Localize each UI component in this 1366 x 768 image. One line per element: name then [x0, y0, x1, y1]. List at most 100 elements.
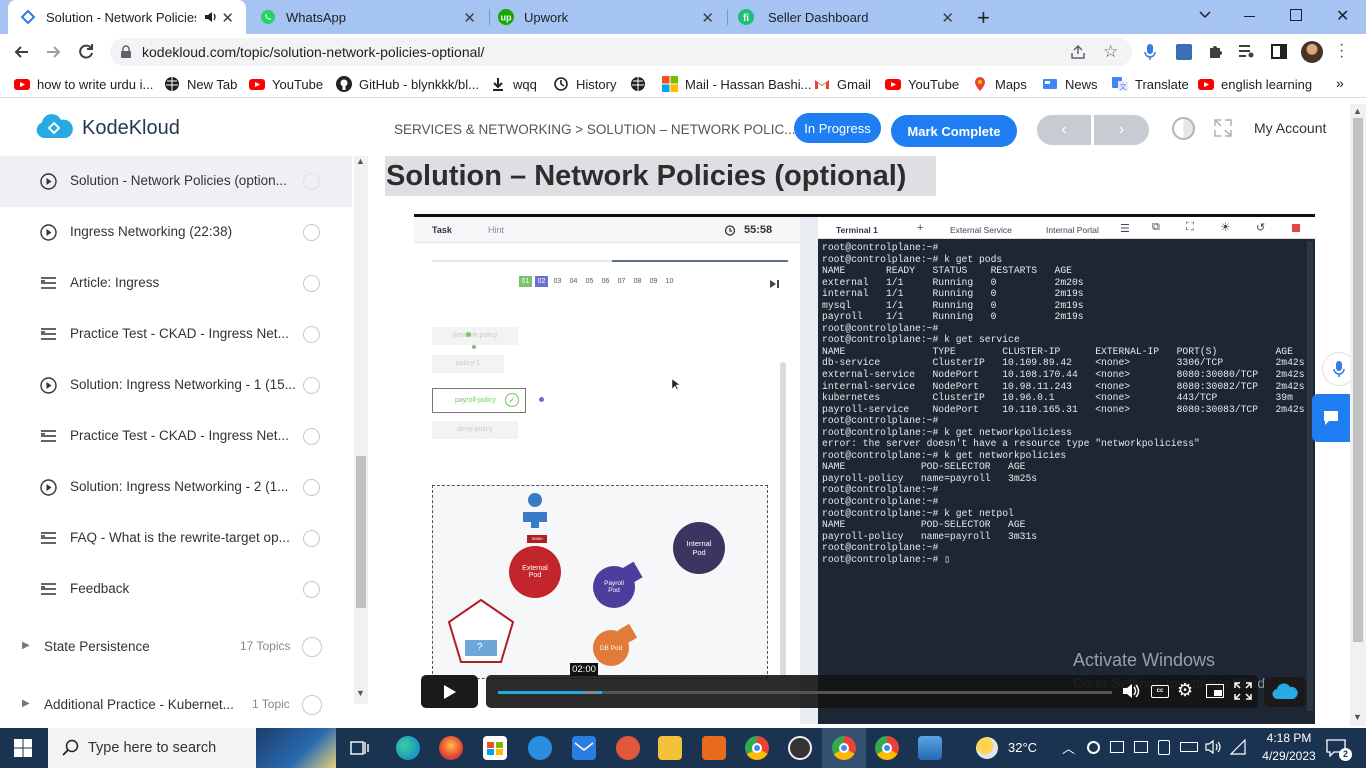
bookmark-item[interactable]: Gmail: [814, 74, 871, 94]
lesson-item[interactable]: Solution: Ingress Networking - 2 (1...: [0, 462, 352, 513]
external-link-icon[interactable]: ⧉: [1152, 221, 1160, 234]
menu-icon[interactable]: · · ·: [1339, 37, 1344, 65]
tray-icon[interactable]: [1087, 741, 1100, 754]
mic-extension-icon[interactable]: [1142, 43, 1158, 61]
tab-kodekloud[interactable]: Solution - Network Policies (o ✕: [8, 0, 246, 34]
completion-circle[interactable]: [303, 275, 320, 292]
lesson-item[interactable]: Practice Test - CKAD - Ingress Net...: [0, 309, 352, 360]
battery-icon[interactable]: [1180, 742, 1198, 752]
chrome-icon[interactable]: [832, 736, 856, 760]
weather-temperature[interactable]: 32°C: [1008, 740, 1037, 755]
completion-circle[interactable]: [303, 224, 320, 241]
completion-circle[interactable]: [303, 326, 320, 343]
close-tab-icon[interactable]: ✕: [701, 9, 714, 27]
question-number[interactable]: 09: [647, 276, 660, 287]
bookmark-item[interactable]: New Tab: [164, 74, 237, 94]
question-number[interactable]: 04: [567, 276, 580, 287]
reload-icon[interactable]: [76, 42, 96, 62]
lesson-item[interactable]: Solution: Ingress Networking - 1 (15...: [0, 360, 352, 411]
question-number[interactable]: 06: [599, 276, 612, 287]
logo[interactable]: KodeKloud: [34, 114, 180, 142]
bookmark-item[interactable]: History: [553, 74, 616, 94]
completion-circle[interactable]: [303, 479, 320, 496]
download-extension-icon[interactable]: [1176, 44, 1192, 60]
scroll-up-arrow[interactable]: ▲: [1353, 106, 1362, 116]
bookmark-item[interactable]: Mail - Hassan Bashi...: [662, 74, 811, 94]
page-scrollbar[interactable]: ▲ ▼: [1350, 104, 1366, 726]
mark-complete-button[interactable]: Mark Complete: [891, 115, 1017, 147]
video-player[interactable]: Task Hint 55:58 01 02 03 04 05 06 07 08 …: [414, 214, 1315, 724]
chrome-icon[interactable]: [745, 736, 769, 760]
file-explorer-icon[interactable]: [658, 736, 682, 760]
tray-icon[interactable]: [1158, 740, 1170, 755]
share-icon[interactable]: [1070, 44, 1086, 60]
lock-icon[interactable]: [120, 45, 132, 59]
bookmark-item[interactable]: 文 Translate: [1112, 74, 1189, 94]
tab-search-icon[interactable]: [1198, 7, 1212, 21]
scrollbar-thumb[interactable]: [1353, 118, 1363, 642]
app-icon[interactable]: [616, 736, 640, 760]
profile-avatar[interactable]: [1301, 41, 1323, 63]
lesson-item-active[interactable]: Solution - Network Policies (option...: [0, 156, 352, 207]
minimize-icon[interactable]: [1244, 16, 1255, 17]
lesson-item[interactable]: Practice Test - CKAD - Ingress Net...: [0, 411, 352, 462]
office-app-icon[interactable]: [702, 736, 726, 760]
side-panel-icon[interactable]: [1271, 44, 1287, 59]
fullscreen-icon[interactable]: [1214, 119, 1232, 137]
close-tab-icon[interactable]: ✕: [221, 9, 234, 27]
tab-seller-dashboard[interactable]: fi Seller Dashboard ✕: [728, 0, 966, 34]
captions-icon[interactable]: cc: [1151, 685, 1169, 698]
menu-lines-icon[interactable]: ☰: [1120, 222, 1130, 235]
brightness-icon[interactable]: ☀: [1220, 220, 1231, 234]
my-account-link[interactable]: My Account: [1254, 120, 1326, 136]
chat-widget-button[interactable]: [1312, 394, 1350, 442]
reset-icon[interactable]: ↺: [1256, 221, 1265, 234]
chrome-profile-icon[interactable]: [875, 736, 899, 760]
mail-icon[interactable]: [572, 736, 596, 760]
bookmark-item[interactable]: YouTube: [885, 74, 959, 94]
question-number[interactable]: 03: [551, 276, 564, 287]
question-number[interactable]: 01: [519, 276, 532, 287]
completion-circle[interactable]: [303, 173, 320, 190]
service-tab[interactable]: Internal Portal: [1036, 225, 1099, 235]
bookmark-item[interactable]: GitHub - blynkkk/bl...: [336, 74, 479, 94]
media-control-icon[interactable]: [1238, 44, 1255, 59]
question-number[interactable]: 05: [583, 276, 596, 287]
scroll-down-arrow[interactable]: ▼: [1353, 712, 1362, 722]
scrollbar-thumb[interactable]: [356, 456, 366, 608]
bookmark-item[interactable]: english learning: [1198, 74, 1312, 94]
completion-circle[interactable]: [302, 637, 322, 657]
terminal-tab[interactable]: Terminal 1: [836, 225, 878, 235]
add-terminal-icon[interactable]: +: [917, 222, 923, 234]
weather-icon[interactable]: [976, 737, 998, 759]
close-tab-icon[interactable]: ✕: [463, 9, 476, 27]
stop-icon[interactable]: [1292, 224, 1300, 232]
bookmark-item[interactable]: how to write urdu i...: [14, 74, 153, 94]
previous-lesson-button[interactable]: ‹: [1037, 115, 1091, 145]
completion-circle[interactable]: [303, 428, 320, 445]
question-number[interactable]: 08: [631, 276, 644, 287]
skype-icon[interactable]: [528, 736, 552, 760]
restore-icon[interactable]: [1290, 9, 1302, 21]
back-icon[interactable]: [12, 42, 32, 62]
completion-circle[interactable]: [302, 695, 322, 715]
lesson-item[interactable]: FAQ - What is the rewrite-target op...: [0, 513, 352, 564]
tray-icon[interactable]: [1134, 741, 1148, 753]
bookmark-star-icon[interactable]: ☆: [1103, 42, 1118, 62]
firefox-icon[interactable]: [439, 736, 463, 760]
new-tab-button[interactable]: +: [977, 5, 990, 31]
scroll-up-arrow[interactable]: ▲: [356, 156, 365, 166]
tray-icon[interactable]: [1110, 741, 1124, 753]
app-icon[interactable]: [788, 736, 812, 760]
task-tab[interactable]: Task: [432, 225, 452, 235]
completion-circle[interactable]: [303, 377, 320, 394]
close-window-icon[interactable]: ✕: [1336, 6, 1349, 26]
tab-whatsapp[interactable]: WhatsApp ✕: [250, 0, 488, 34]
next-lesson-button[interactable]: ›: [1094, 115, 1149, 145]
dark-mode-icon[interactable]: [1172, 117, 1195, 140]
bookmark-item[interactable]: Maps: [972, 74, 1027, 94]
service-tab[interactable]: External Service: [940, 225, 1012, 235]
play-button[interactable]: [421, 675, 478, 708]
section-item[interactable]: ▶ Additional Practice - Kubernet... 1 To…: [0, 688, 352, 726]
tab-upwork[interactable]: up Upwork ✕: [490, 0, 726, 34]
